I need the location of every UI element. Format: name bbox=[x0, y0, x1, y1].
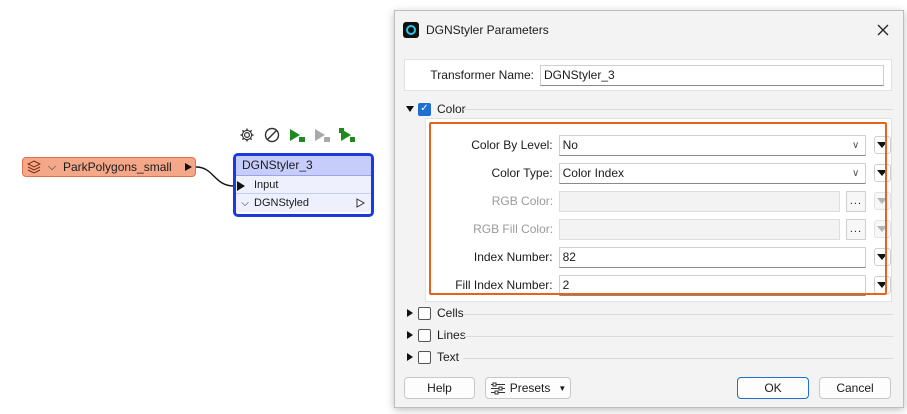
param-label: Color By Level: bbox=[471, 138, 553, 152]
output-port-icon[interactable] bbox=[181, 163, 195, 171]
cells-section-header[interactable]: Cells bbox=[405, 304, 464, 322]
section-divider bbox=[463, 358, 893, 359]
transformer-node[interactable]: DGNStyler_3 Input ⌵ DGNStyled bbox=[233, 153, 374, 217]
presets-label: Presets bbox=[509, 381, 551, 395]
select-value: Color Index bbox=[562, 166, 624, 180]
close-button[interactable] bbox=[863, 11, 903, 49]
param-menu-button bbox=[873, 192, 891, 210]
rgb-color-field bbox=[559, 190, 841, 212]
lines-section-label: Lines bbox=[437, 328, 466, 342]
param-row-index-number: Index Number: 82 bbox=[426, 245, 891, 269]
layers-icon bbox=[23, 158, 45, 176]
index-number-input[interactable]: 82 bbox=[558, 246, 866, 268]
text-checkbox[interactable] bbox=[418, 350, 431, 364]
param-row-rgb-color: RGB Color: ... bbox=[426, 189, 891, 213]
close-icon bbox=[877, 24, 889, 36]
param-menu-button[interactable] bbox=[873, 136, 891, 154]
text-section-label: Text bbox=[437, 350, 460, 364]
input-arrow-icon bbox=[237, 181, 245, 191]
cells-section-label: Cells bbox=[437, 306, 464, 320]
color-picker-button[interactable]: ... bbox=[846, 190, 866, 212]
sliders-icon bbox=[490, 382, 506, 395]
param-menu-button bbox=[873, 220, 891, 238]
section-divider bbox=[463, 109, 893, 110]
lines-section-header[interactable]: Lines bbox=[405, 326, 466, 344]
section-divider bbox=[463, 314, 893, 315]
expand-arrow-icon[interactable] bbox=[405, 309, 415, 317]
param-label: Index Number: bbox=[473, 250, 553, 264]
param-row-color-type: Color Type: Color Index ∨ bbox=[426, 161, 891, 185]
color-picker-button[interactable]: ... bbox=[846, 218, 866, 240]
run-from-this-icon[interactable] bbox=[336, 124, 358, 146]
output-port-icon[interactable] bbox=[356, 198, 371, 208]
color-checkbox[interactable]: ✓ bbox=[418, 102, 431, 116]
input-port[interactable]: Input bbox=[236, 176, 371, 194]
disable-icon[interactable] bbox=[261, 124, 283, 146]
transformer-title[interactable]: DGNStyler_3 bbox=[236, 156, 371, 176]
parameters-dialog: DGNStyler Parameters Transformer Name: D… bbox=[394, 10, 904, 408]
chevron-down-icon: ∨ bbox=[851, 167, 860, 179]
cells-checkbox[interactable] bbox=[418, 306, 431, 320]
chevron-down-icon[interactable]: ⌵ bbox=[236, 198, 254, 209]
transformer-name-row: Transformer Name: DGNStyler_3 bbox=[404, 59, 892, 91]
reader-feature-type[interactable]: ⌵ ParkPolygons_small bbox=[22, 157, 196, 177]
param-row-rgb-fill-color: RGB Fill Color: ... bbox=[426, 217, 891, 241]
dialog-title: DGNStyler Parameters bbox=[426, 23, 549, 37]
color-section-label: Color bbox=[437, 102, 466, 116]
input-port-label: Input bbox=[254, 178, 279, 191]
color-type-select[interactable]: Color Index ∨ bbox=[558, 162, 866, 184]
text-section-header[interactable]: Text bbox=[405, 348, 459, 366]
param-label: RGB Color: bbox=[491, 194, 554, 208]
presets-button[interactable]: Presets ▼ bbox=[485, 377, 571, 399]
rgb-fill-color-field bbox=[559, 218, 841, 240]
app-icon bbox=[403, 22, 419, 38]
param-menu-button[interactable] bbox=[873, 164, 891, 182]
transformer-toolbar bbox=[236, 124, 358, 146]
transformer-name-label: Transformer Name: bbox=[430, 68, 534, 82]
select-value: No bbox=[562, 138, 578, 152]
gear-icon[interactable] bbox=[236, 124, 258, 146]
chevron-down-icon: ∨ bbox=[851, 139, 860, 151]
output-port-label: DGNStyled bbox=[254, 197, 310, 209]
caret-down-icon: ▼ bbox=[558, 383, 567, 393]
param-label: Color Type: bbox=[491, 166, 553, 180]
fill-index-number-input[interactable]: 2 bbox=[558, 274, 866, 296]
section-divider bbox=[463, 336, 893, 337]
color-by-level-select[interactable]: No ∨ bbox=[558, 134, 866, 156]
param-label: RGB Fill Color: bbox=[473, 222, 554, 236]
cancel-button[interactable]: Cancel bbox=[819, 377, 891, 399]
expand-arrow-icon[interactable] bbox=[405, 106, 415, 112]
param-menu-button[interactable] bbox=[873, 248, 891, 266]
transformer-name-input[interactable]: DGNStyler_3 bbox=[540, 64, 884, 86]
run-to-this-icon[interactable] bbox=[286, 124, 308, 146]
chevron-down-icon[interactable]: ⌵ bbox=[45, 161, 59, 174]
param-menu-button[interactable] bbox=[873, 276, 891, 294]
param-label: Fill Index Number: bbox=[455, 278, 553, 292]
color-section-header[interactable]: ✓ Color bbox=[405, 100, 466, 118]
ok-button[interactable]: OK bbox=[737, 377, 809, 399]
expand-arrow-icon[interactable] bbox=[405, 353, 415, 361]
reader-label: ParkPolygons_small bbox=[63, 160, 172, 174]
color-parameters-panel: Color By Level: No ∨ Color Type: Color I… bbox=[425, 118, 892, 302]
dialog-titlebar[interactable]: DGNStyler Parameters bbox=[395, 11, 903, 49]
param-row-fill-index-number: Fill Index Number: 2 bbox=[426, 273, 891, 297]
expand-arrow-icon[interactable] bbox=[405, 331, 415, 339]
run-partial-icon[interactable] bbox=[311, 124, 333, 146]
output-port[interactable]: ⌵ DGNStyled bbox=[236, 194, 371, 212]
lines-checkbox[interactable] bbox=[418, 328, 431, 342]
help-button[interactable]: Help bbox=[404, 377, 475, 399]
param-row-color-by-level: Color By Level: No ∨ bbox=[426, 133, 891, 157]
